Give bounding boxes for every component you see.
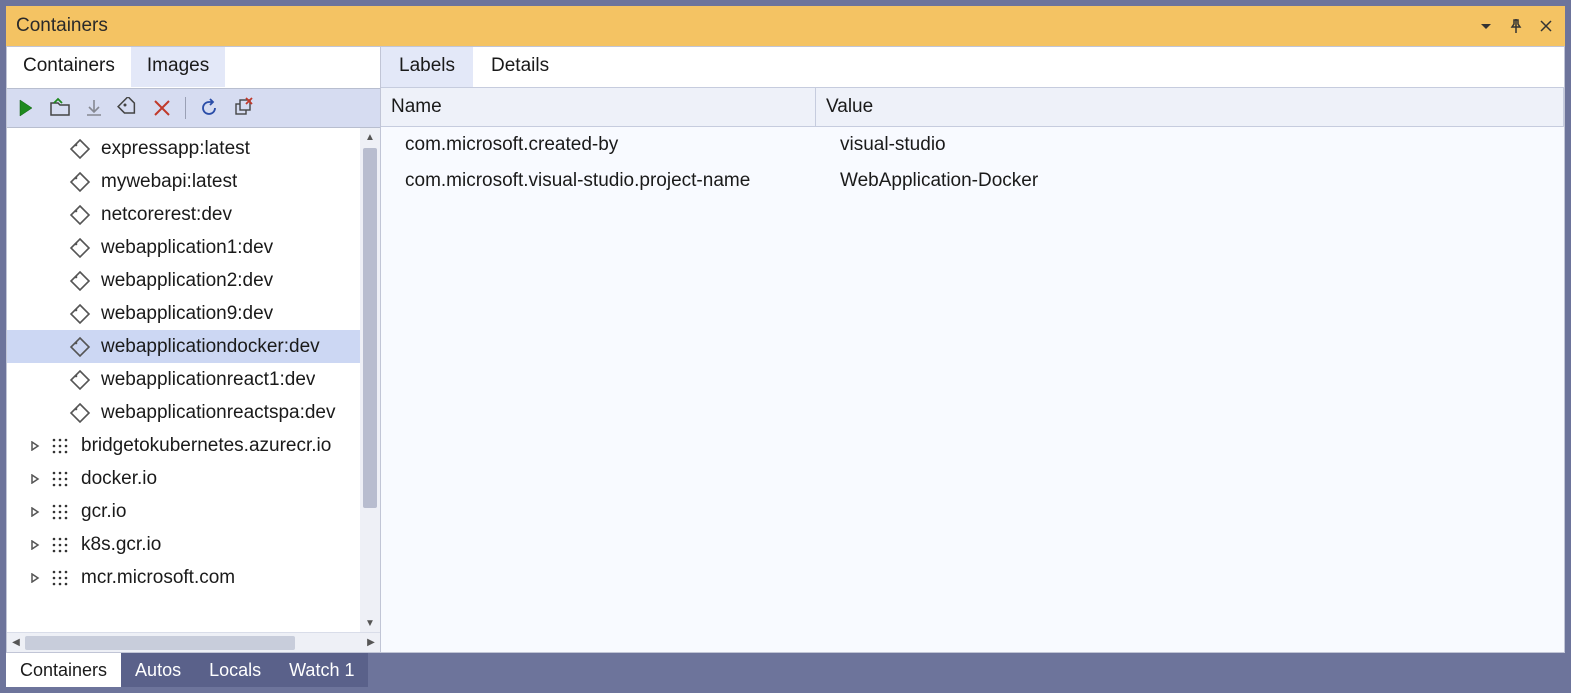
run-button[interactable] xyxy=(13,95,39,121)
tree-item-label: webapplication1:dev xyxy=(101,237,273,259)
registry-icon xyxy=(47,466,73,492)
tree-item-label: bridgetokubernetes.azurecr.io xyxy=(81,435,331,457)
tree-item-label: gcr.io xyxy=(81,501,126,523)
tab-images[interactable]: Images xyxy=(131,47,225,87)
tab-details[interactable]: Details xyxy=(473,47,567,87)
download-button[interactable] xyxy=(81,95,107,121)
registry-icon xyxy=(47,565,73,591)
tree-item-label: netcorerest:dev xyxy=(101,204,232,226)
scroll-thumb[interactable] xyxy=(363,148,377,508)
registry-icon xyxy=(47,499,73,525)
details-tab-strip: Labels Details xyxy=(381,47,1564,87)
column-name[interactable]: Name xyxy=(381,88,816,126)
open-folder-button[interactable] xyxy=(47,95,73,121)
image-node[interactable]: webapplicationdocker:dev xyxy=(7,330,360,363)
tag-icon xyxy=(67,268,93,294)
registry-icon xyxy=(47,433,73,459)
labels-table-body: com.microsoft.created-byvisual-studiocom… xyxy=(381,127,1564,652)
tag-icon xyxy=(67,400,93,426)
prune-button[interactable] xyxy=(230,95,256,121)
registry-node[interactable]: bridgetokubernetes.azurecr.io xyxy=(7,429,360,462)
left-tab-strip: Containers Images xyxy=(7,47,380,88)
expand-triangle-icon[interactable] xyxy=(27,570,43,586)
image-node[interactable]: expressapp:latest xyxy=(7,132,360,165)
expand-triangle-icon[interactable] xyxy=(27,504,43,520)
tree-item-label: mywebapi:latest xyxy=(101,171,237,193)
image-node[interactable]: netcorerest:dev xyxy=(7,198,360,231)
scroll-down-icon[interactable]: ▼ xyxy=(360,614,380,632)
bottom-tab-strip: ContainersAutosLocalsWatch 1 xyxy=(6,653,1565,687)
image-node[interactable]: webapplication2:dev xyxy=(7,264,360,297)
close-icon[interactable] xyxy=(1537,17,1555,35)
dropdown-icon[interactable] xyxy=(1477,17,1495,35)
image-node[interactable]: mywebapi:latest xyxy=(7,165,360,198)
tree-item-label: webapplicationreactspa:dev xyxy=(101,402,336,424)
registry-node[interactable]: docker.io xyxy=(7,462,360,495)
tree-item-label: mcr.microsoft.com xyxy=(81,567,235,589)
table-row[interactable]: com.microsoft.created-byvisual-studio xyxy=(381,127,1564,163)
tree-item-label: webapplication2:dev xyxy=(101,270,273,292)
registry-icon xyxy=(47,532,73,558)
image-tree-wrap: expressapp:latest mywebapi:latest netcorer… xyxy=(7,128,380,632)
tab-containers[interactable]: Containers xyxy=(7,47,131,87)
refresh-button[interactable] xyxy=(196,95,222,121)
tree-item-label: webapplicationdocker:dev xyxy=(101,336,320,358)
labels-table-header: Name Value xyxy=(381,87,1564,127)
registry-node[interactable]: k8s.gcr.io xyxy=(7,528,360,561)
panel-title: Containers xyxy=(16,15,1477,37)
registry-node[interactable]: gcr.io xyxy=(7,495,360,528)
main-area: Containers Images xyxy=(6,46,1565,653)
hscroll-track[interactable] xyxy=(25,636,362,650)
expand-triangle-icon[interactable] xyxy=(27,537,43,553)
scroll-left-icon[interactable]: ◀ xyxy=(7,637,25,648)
tree-item-label: expressapp:latest xyxy=(101,138,250,160)
registry-node[interactable]: mcr.microsoft.com xyxy=(7,561,360,594)
column-value[interactable]: Value xyxy=(816,88,1564,126)
tag-icon xyxy=(67,367,93,393)
tag-button[interactable] xyxy=(115,95,141,121)
bottom-tab-locals[interactable]: Locals xyxy=(195,653,275,687)
scroll-right-icon[interactable]: ▶ xyxy=(362,637,380,648)
tag-icon xyxy=(67,202,93,228)
image-node[interactable]: webapplicationreact1:dev xyxy=(7,363,360,396)
expand-triangle-icon[interactable] xyxy=(27,471,43,487)
tab-labels[interactable]: Labels xyxy=(381,47,473,87)
horizontal-scrollbar[interactable]: ◀ ▶ xyxy=(7,632,380,652)
window-controls xyxy=(1477,17,1555,35)
tag-icon xyxy=(67,301,93,327)
right-panel: Labels Details Name Value com.microsoft.… xyxy=(381,47,1564,652)
tree-item-label: webapplication9:dev xyxy=(101,303,273,325)
vertical-scrollbar[interactable]: ▲ ▼ xyxy=(360,128,380,632)
left-panel: Containers Images xyxy=(7,47,381,652)
images-toolbar xyxy=(7,88,380,128)
bottom-tab-watch-1[interactable]: Watch 1 xyxy=(275,653,368,687)
image-node[interactable]: webapplication1:dev xyxy=(7,231,360,264)
label-value-cell: WebApplication-Docker xyxy=(816,170,1564,192)
tag-icon xyxy=(67,169,93,195)
delete-button[interactable] xyxy=(149,95,175,121)
table-row[interactable]: com.microsoft.visual-studio.project-name… xyxy=(381,163,1564,199)
tag-icon xyxy=(67,136,93,162)
title-bar: Containers xyxy=(6,6,1565,46)
label-value-cell: visual-studio xyxy=(816,134,1564,156)
image-node[interactable]: webapplication9:dev xyxy=(7,297,360,330)
label-name-cell: com.microsoft.visual-studio.project-name xyxy=(381,170,816,192)
image-tree[interactable]: expressapp:latest mywebapi:latest netcorer… xyxy=(7,128,360,632)
hscroll-thumb[interactable] xyxy=(25,636,295,650)
label-name-cell: com.microsoft.created-by xyxy=(381,134,816,156)
tag-icon xyxy=(67,334,93,360)
tree-item-label: webapplicationreact1:dev xyxy=(101,369,315,391)
bottom-tab-containers[interactable]: Containers xyxy=(6,653,121,687)
tag-icon xyxy=(67,235,93,261)
bottom-tab-autos[interactable]: Autos xyxy=(121,653,195,687)
pin-icon[interactable] xyxy=(1507,17,1525,35)
tree-item-label: k8s.gcr.io xyxy=(81,534,161,556)
expand-triangle-icon[interactable] xyxy=(27,438,43,454)
toolbar-separator xyxy=(185,97,186,119)
tree-item-label: docker.io xyxy=(81,468,157,490)
image-node[interactable]: webapplicationreactspa:dev xyxy=(7,396,360,429)
scroll-up-icon[interactable]: ▲ xyxy=(360,128,380,146)
